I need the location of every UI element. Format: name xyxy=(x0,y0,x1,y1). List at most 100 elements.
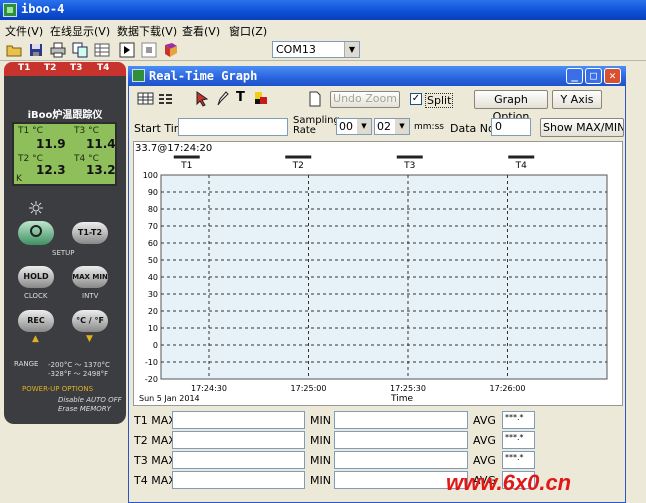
lcd-t3-value: 11.4 xyxy=(86,137,116,151)
show-max-min-button[interactable]: Show MAX/MIN on xyxy=(540,118,624,137)
t1-avg-field[interactable]: ***.* xyxy=(502,411,535,429)
menu-online-display[interactable]: 在线显示(V) xyxy=(50,23,110,39)
range-label: RANGE xyxy=(14,360,39,368)
y-tick-label: 100 xyxy=(143,171,158,180)
lcd-t1-label: T1 °C xyxy=(18,126,43,136)
t2-avg-field[interactable]: ***.* xyxy=(502,431,535,449)
rec-button: REC xyxy=(18,310,54,332)
print-icon[interactable] xyxy=(50,42,66,58)
save-icon[interactable] xyxy=(28,42,44,58)
power-button xyxy=(18,221,54,245)
close-button[interactable]: ✕ xyxy=(604,68,621,84)
t2-max-field[interactable] xyxy=(172,431,305,449)
x-axis-label: Time xyxy=(390,394,413,404)
meter-lcd: T1 °C 11.9 T3 °C 11.4 T2 °C 12.3 T4 °C 1… xyxy=(12,122,117,186)
app-icon xyxy=(3,3,17,17)
backlight-icon xyxy=(29,201,43,215)
t1-max-field[interactable] xyxy=(172,411,305,429)
y-tick-label: -10 xyxy=(145,358,158,367)
com-port-select[interactable]: COM13 ▼ xyxy=(272,41,360,58)
y-tick-label: 10 xyxy=(148,324,158,333)
data-no-field[interactable]: 0 xyxy=(491,118,531,136)
chevron-down-icon[interactable]: ▼ xyxy=(395,119,409,134)
meter-tab-t2: T2 xyxy=(44,63,57,73)
app-title: iboo-4 xyxy=(21,2,65,16)
up-arrow-icon: ▲ xyxy=(32,334,39,344)
t4-max-field[interactable] xyxy=(172,471,305,489)
split-checkbox[interactable]: ✓ xyxy=(410,93,422,105)
y-tick-label: 60 xyxy=(148,239,158,248)
mmss-label: mm:ss xyxy=(414,122,444,132)
chevron-down-icon[interactable]: ▼ xyxy=(344,42,359,57)
menu-data-download[interactable]: 数据下载(V) xyxy=(117,23,177,39)
app-titlebar: iboo-4 xyxy=(0,0,646,20)
lcd-t2-value: 12.3 xyxy=(36,163,66,177)
graph-window-titlebar: Real-Time Graph _ □ ✕ xyxy=(128,66,626,86)
chevron-down-icon[interactable]: ▼ xyxy=(357,119,371,134)
t1-min-field[interactable] xyxy=(334,411,468,429)
t2-min-label: MIN xyxy=(310,434,331,447)
open-folder-icon[interactable] xyxy=(6,42,22,58)
y-axis-button[interactable]: Y Axis xyxy=(552,90,602,109)
realtime-chart[interactable]: 33.7@17:24:20T1 T2 T3 T41009080706050403020… xyxy=(133,141,623,406)
minimize-button[interactable]: _ xyxy=(566,68,583,84)
list-view-icon[interactable] xyxy=(157,91,174,106)
pointer-icon[interactable] xyxy=(195,91,210,107)
pen-icon[interactable] xyxy=(215,91,230,107)
y-tick-label: 80 xyxy=(148,205,158,214)
down-arrow-icon: ▼ xyxy=(86,334,93,344)
series-t4-label: T4 xyxy=(515,161,527,171)
stop-icon[interactable] xyxy=(141,42,157,58)
lcd-t3-label: T3 °C xyxy=(74,126,99,136)
meter-channel-tabs: T1 T2 T3 T4 xyxy=(4,62,126,76)
option-2: Erase MEMORY xyxy=(58,405,111,413)
power-up-label: POWER-UP OPTIONS xyxy=(22,385,94,393)
maximize-button[interactable]: □ xyxy=(585,68,602,84)
lcd-t1-value: 11.9 xyxy=(36,137,66,151)
meter-brand: iBoo炉温跟踪仪 xyxy=(27,110,103,121)
start-time-field[interactable] xyxy=(178,118,288,136)
menu-view[interactable]: 查看(V) xyxy=(182,23,220,39)
color-icon[interactable] xyxy=(254,91,268,105)
lcd-unit: K xyxy=(16,174,22,184)
menu-window[interactable]: 窗口(Z) xyxy=(229,23,267,39)
t1-max-label: T1 MAX xyxy=(134,414,176,427)
split-label[interactable]: Split xyxy=(425,93,454,108)
window-icon xyxy=(132,69,145,82)
table-icon[interactable] xyxy=(94,42,110,58)
help-book-icon[interactable] xyxy=(163,42,179,58)
x-tick-label: 17:25:30 xyxy=(390,384,426,393)
new-page-icon[interactable] xyxy=(308,91,322,107)
graph-option-button[interactable]: Graph Option xyxy=(474,90,548,123)
intv-label: INTV xyxy=(82,292,99,300)
series-t3-label: T3 xyxy=(403,161,415,171)
y-tick-label: 50 xyxy=(148,256,158,265)
menu-bar: 文件(V) 在线显示(V) 数据下载(V) 查看(V) 窗口(Z) xyxy=(0,20,646,39)
x-tick-label: 17:26:00 xyxy=(490,384,526,393)
minutes-select[interactable]: 00 ▼ xyxy=(336,118,372,135)
cursor-readout: 33.7@17:24:20 xyxy=(135,143,212,154)
x-tick-label: 17:25:00 xyxy=(291,384,327,393)
t2-min-field[interactable] xyxy=(334,431,468,449)
copy-icon[interactable] xyxy=(72,42,88,58)
t3-max-label: T3 MAX xyxy=(134,454,176,467)
sampling-rate-label: Sampling Rate xyxy=(293,115,340,136)
x-tick-label: 17:24:30 xyxy=(191,384,227,393)
menu-file[interactable]: 文件(V) xyxy=(5,23,43,39)
undo-zoom-button[interactable]: Undo Zoom xyxy=(330,91,400,108)
y-tick-label: -20 xyxy=(145,375,158,384)
lcd-t4-value: 13.2 xyxy=(86,163,116,177)
toolbar: COM13 ▼ xyxy=(0,39,646,61)
seconds-select[interactable]: 02 ▼ xyxy=(374,118,410,135)
table-view-icon[interactable] xyxy=(137,91,154,106)
run-icon[interactable] xyxy=(119,42,135,58)
t1-min-label: MIN xyxy=(310,414,331,427)
t3-avg-field[interactable]: ***.* xyxy=(502,451,535,469)
minutes-value: 00 xyxy=(339,120,353,133)
series-t2-label: T2 xyxy=(292,161,304,171)
y-tick-label: 40 xyxy=(148,273,158,282)
text-tool-icon[interactable]: T xyxy=(236,90,245,105)
t2-max-label: T2 MAX xyxy=(134,434,176,447)
t3-max-field[interactable] xyxy=(172,451,305,469)
t3-min-field[interactable] xyxy=(334,451,468,469)
